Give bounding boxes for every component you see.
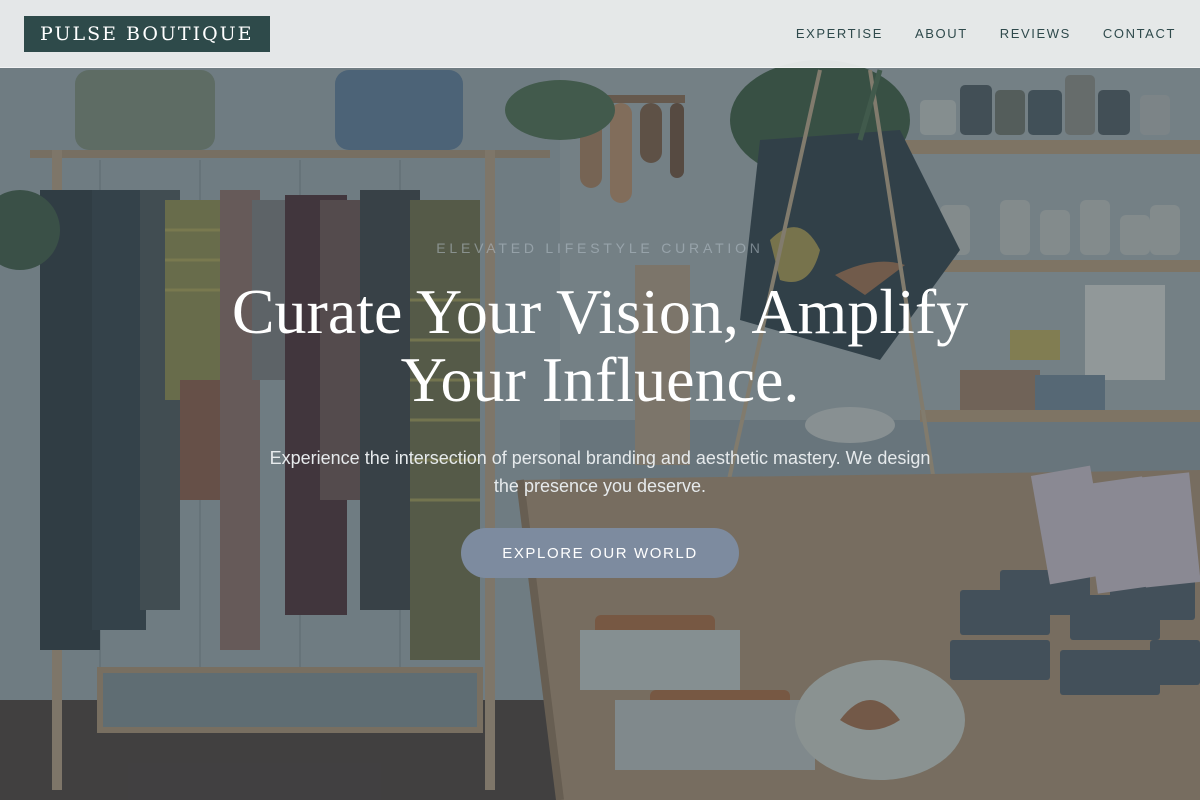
nav-link-expertise[interactable]: EXPERTISE	[796, 26, 883, 41]
nav-link-contact[interactable]: CONTACT	[1103, 26, 1176, 41]
hero-eyebrow: ELEVATED LIFESTYLE CURATION	[436, 240, 764, 256]
main-nav: EXPERTISE ABOUT REVIEWS CONTACT	[796, 26, 1176, 41]
explore-our-world-button[interactable]: EXPLORE OUR WORLD	[461, 528, 739, 578]
hero-section: ELEVATED LIFESTYLE CURATION Curate Your …	[0, 68, 1200, 800]
site-header: PULSE BOUTIQUE EXPERTISE ABOUT REVIEWS C…	[0, 0, 1200, 68]
page: PULSE BOUTIQUE EXPERTISE ABOUT REVIEWS C…	[0, 0, 1200, 800]
nav-link-reviews[interactable]: REVIEWS	[1000, 26, 1071, 41]
hero-headline-line-2: Your Influence.	[400, 344, 800, 415]
hero-headline-line-1: Curate Your Vision, Amplify	[231, 276, 969, 347]
hero-subtext: Experience the intersection of personal …	[269, 448, 931, 496]
nav-link-about[interactable]: ABOUT	[915, 26, 968, 41]
brand-logo[interactable]: PULSE BOUTIQUE	[24, 15, 270, 52]
hero-headline: Curate Your Vision, Amplify Your Influen…	[160, 278, 1040, 414]
